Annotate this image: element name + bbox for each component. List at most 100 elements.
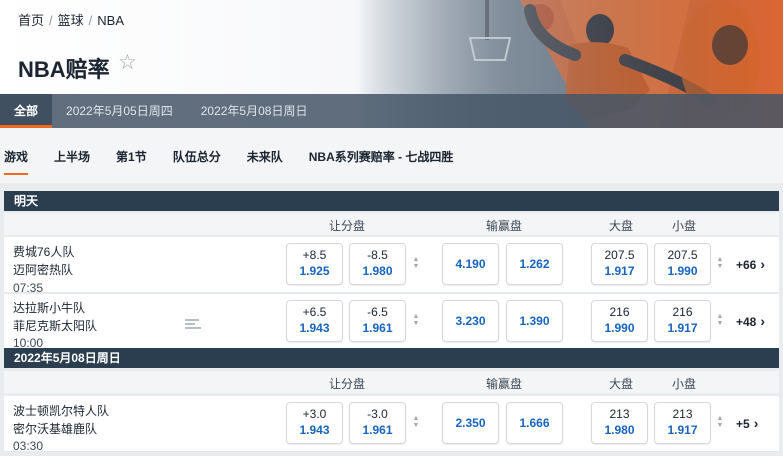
market-tab-first-quarter[interactable]: 第1节 (116, 128, 147, 183)
breadcrumb-sport-link[interactable]: 篮球 (58, 10, 84, 29)
line-switch-icon[interactable]: ▲ ▼ (716, 256, 724, 272)
under-odds-button[interactable]: 216 1.917 (654, 300, 711, 342)
home-team: 达拉斯小牛队 (13, 301, 86, 315)
odds-price: 1.990 (667, 264, 698, 278)
over-odds-button[interactable]: 216 1.990 (591, 300, 648, 342)
spread-odds-button[interactable]: +8.5 1.925 (286, 243, 343, 285)
odds-line: 207.5 (604, 248, 635, 262)
over-header: 大盘 (609, 219, 634, 233)
market-tab-futures[interactable]: 未来队 (247, 128, 283, 183)
spread-odds-button[interactable]: -3.0 1.961 (349, 402, 406, 444)
chevron-right-icon: › (760, 313, 766, 329)
hero-banner: 首页 / 篮球 / NBA NBA赔率 ☆ 全部 2022年5月05日周四 2022年5… (0, 0, 783, 128)
column-headers: 让分盘 输赢盘 大盘 小盘 (4, 213, 779, 235)
market-tabs: 游戏 上半场 第1节 队伍总分 未来队 NBA系列赛赔率 - 七战四胜 (0, 128, 783, 183)
stats-icon[interactable] (185, 319, 201, 331)
odds-price: 1.961 (362, 423, 393, 437)
more-markets-count: +66 (736, 258, 757, 272)
line-switch-icon[interactable]: ▲ ▼ (716, 313, 724, 329)
favorite-star-icon[interactable]: ☆ (118, 52, 137, 73)
away-team: 菲尼克斯太阳队 (13, 319, 98, 333)
moneyline-odds-button[interactable]: 1.262 (506, 243, 563, 285)
odds-line: 216 (609, 305, 630, 319)
odds-line: +8.5 (302, 248, 327, 262)
moneyline-header: 输赢盘 (486, 377, 523, 391)
moneyline-odds-button[interactable]: 3.230 (442, 300, 499, 342)
more-markets-count: +48 (736, 315, 757, 329)
spread-header: 让分盘 (329, 219, 366, 233)
odds-line: +3.0 (302, 407, 327, 421)
odds-line: -6.5 (367, 305, 388, 319)
spread-odds-button[interactable]: +3.0 1.943 (286, 402, 343, 444)
more-markets-link[interactable]: +5 › (736, 415, 758, 431)
breadcrumb: 首页 / 篮球 / NBA (18, 10, 124, 29)
odds-line: +6.5 (302, 305, 327, 319)
spread-odds-button[interactable]: +6.5 1.943 (286, 300, 343, 342)
odds-price: 1.990 (604, 321, 635, 335)
odds-line: 207.5 (667, 248, 698, 262)
odds-price: 1.917 (667, 321, 698, 335)
over-odds-button[interactable]: 207.5 1.917 (591, 243, 648, 285)
odds-price: 1.262 (519, 257, 550, 271)
odds-price: 1.980 (362, 264, 393, 278)
odds-price: 1.943 (299, 423, 330, 437)
event-time: 03:30 (13, 439, 44, 453)
more-markets-link[interactable]: +66 › (736, 256, 765, 272)
breadcrumb-current: NBA (97, 13, 125, 28)
under-odds-button[interactable]: 207.5 1.990 (654, 243, 711, 285)
event-row[interactable]: 波士顿凯尔特人队 密尔沃基雄鹿队 03:30 +3.0 1.943 -3.0 1.9… (4, 396, 779, 453)
more-markets-link[interactable]: +48 › (736, 313, 765, 329)
odds-line: 216 (672, 305, 693, 319)
market-tab-first-half[interactable]: 上半场 (54, 128, 90, 183)
date-tab-all[interactable]: 全部 (0, 94, 53, 128)
spread-odds-button[interactable]: -6.5 1.961 (349, 300, 406, 342)
section-header-may-08: 2022年5月08日周日 (4, 348, 779, 368)
under-odds-button[interactable]: 213 1.917 (654, 402, 711, 444)
odds-price: 1.943 (299, 321, 330, 335)
moneyline-odds-button[interactable]: 2.350 (442, 402, 499, 444)
more-markets-count: +5 (736, 417, 750, 431)
over-odds-button[interactable]: 213 1.980 (591, 402, 648, 444)
line-switch-icon[interactable]: ▲ ▼ (716, 415, 724, 431)
spread-header: 让分盘 (329, 377, 366, 391)
column-headers: 让分盘 输赢盘 大盘 小盘 (4, 371, 779, 393)
breadcrumb-separator: / (49, 13, 53, 28)
odds-price: 1.980 (604, 423, 635, 437)
section-header-tomorrow: 明天 (4, 191, 779, 211)
date-tab-may-08[interactable]: 2022年5月08日周日 (187, 94, 322, 128)
event-time: 07:35 (13, 281, 44, 295)
moneyline-odds-button[interactable]: 1.390 (506, 300, 563, 342)
odds-line: -3.0 (367, 407, 388, 421)
chevron-right-icon: › (753, 415, 759, 431)
home-team: 波士顿凯尔特人队 (13, 404, 110, 418)
market-tab-team-totals[interactable]: 队伍总分 (173, 128, 221, 183)
moneyline-header: 输赢盘 (486, 219, 523, 233)
market-tab-series-odds[interactable]: NBA系列赛赔率 - 七战四胜 (309, 128, 454, 183)
chevron-right-icon: › (760, 256, 766, 272)
page-title: NBA赔率 (18, 57, 110, 82)
odds-price: 1.961 (362, 321, 393, 335)
event-row[interactable]: 费城76人队 迈阿密热队 07:35 +8.5 1.925 -8.5 1.980 ▲… (4, 237, 779, 295)
event-row[interactable]: 达拉斯小牛队 菲尼克斯太阳队 10:00 +6.5 1.943 -6.5 1.961… (4, 294, 779, 350)
market-tab-game[interactable]: 游戏 (4, 128, 29, 183)
under-header: 小盘 (672, 377, 697, 391)
breadcrumb-separator: / (88, 13, 93, 28)
odds-price: 4.190 (455, 257, 486, 271)
spread-odds-button[interactable]: -8.5 1.980 (349, 243, 406, 285)
line-switch-icon[interactable]: ▲ ▼ (412, 313, 420, 329)
date-tab-may-05[interactable]: 2022年5月05日周四 (52, 94, 187, 128)
away-team: 迈阿密热队 (13, 263, 74, 277)
odds-line: -8.5 (367, 248, 388, 262)
odds-price: 1.925 (299, 264, 330, 278)
line-switch-icon[interactable]: ▲ ▼ (412, 256, 420, 272)
moneyline-odds-button[interactable]: 1.666 (506, 402, 563, 444)
moneyline-odds-button[interactable]: 4.190 (442, 243, 499, 285)
odds-price: 1.917 (604, 264, 635, 278)
line-switch-icon[interactable]: ▲ ▼ (412, 415, 420, 431)
odds-price: 1.390 (519, 314, 550, 328)
odds-line: 213 (672, 407, 693, 421)
date-filter-tabs: 全部 2022年5月05日周四 2022年5月08日周日 (0, 94, 783, 128)
breadcrumb-home-link[interactable]: 首页 (18, 10, 44, 29)
away-team: 密尔沃基雄鹿队 (13, 422, 98, 436)
home-team: 费城76人队 (13, 245, 75, 259)
